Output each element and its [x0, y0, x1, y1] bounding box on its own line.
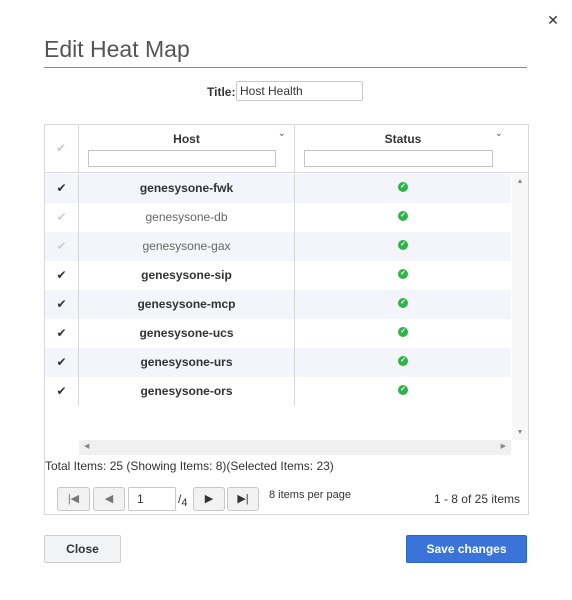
title-input[interactable] [236, 81, 363, 101]
status-ok-icon: ✓ [398, 298, 408, 308]
table-row[interactable]: ✔ genesysone-urs ✓ [45, 348, 511, 377]
host-filter-input[interactable] [88, 150, 276, 167]
horizontal-scrollbar[interactable]: ◀ ▶ [79, 440, 511, 455]
title-field-row: Title: [0, 81, 572, 101]
host-cell: genesysone-fwk [79, 174, 295, 203]
select-all-checkbox[interactable]: ✔ [56, 141, 66, 155]
status-cell: ✓ [295, 319, 511, 348]
items-range: 1 - 8 of 25 items [433, 492, 520, 506]
status-ok-icon: ✓ [398, 269, 408, 279]
close-button[interactable]: Close [44, 535, 121, 563]
hosts-grid: ✔ Host ⌄ Status ⌄ ✔ genesysone-fwk ✓ ✔ genes… [44, 124, 529, 515]
status-cell: ✓ [295, 377, 511, 406]
status-filter-input[interactable] [304, 150, 493, 167]
row-checkbox[interactable]: ✔ [45, 261, 79, 290]
host-cell: genesysone-mcp [79, 290, 295, 319]
row-checkbox[interactable]: ✔ [45, 232, 79, 261]
status-ok-icon: ✓ [398, 356, 408, 366]
table-row[interactable]: ✔ genesysone-ors ✓ [45, 377, 511, 406]
status-ok-icon: ✓ [398, 211, 408, 221]
save-changes-button[interactable]: Save changes [406, 535, 527, 563]
host-cell: genesysone-urs [79, 348, 295, 377]
table-row[interactable]: ✔ genesysone-gax ✓ [45, 232, 511, 261]
close-icon[interactable]: ✕ [545, 12, 561, 28]
status-cell: ✓ [295, 261, 511, 290]
title-divider [44, 67, 527, 68]
page-count: /4 [178, 492, 187, 509]
column-header-host[interactable]: Host ⌄ [79, 125, 295, 173]
status-cell: ✓ [295, 348, 511, 377]
first-page-button[interactable]: |◀ [57, 487, 90, 511]
row-checkbox[interactable]: ✔ [45, 319, 79, 348]
column-status-label: Status [384, 132, 422, 146]
host-cell: genesysone-sip [79, 261, 295, 290]
items-per-page: 8 items per page [269, 489, 351, 501]
last-page-button[interactable]: ▶| [227, 487, 259, 511]
row-checkbox[interactable]: ✔ [45, 290, 79, 319]
grid-header: ✔ Host ⌄ Status ⌄ [45, 125, 528, 173]
scroll-down-icon[interactable]: ▼ [512, 429, 528, 436]
status-cell: ✓ [295, 203, 511, 232]
title-field-label: Title: [207, 85, 236, 99]
prev-page-button[interactable]: ◀ [93, 487, 125, 511]
scroll-up-icon[interactable]: ▲ [512, 178, 528, 185]
column-header-status[interactable]: Status ⌄ [295, 125, 511, 173]
table-row[interactable]: ✔ genesysone-fwk ✓ [45, 174, 511, 203]
page-number-input[interactable] [128, 487, 176, 511]
row-checkbox[interactable]: ✔ [45, 348, 79, 377]
scroll-left-icon[interactable]: ◀ [84, 442, 89, 450]
pager: |◀ ◀ /4 ▶ ▶| 8 items per page 1 - 8 of 2… [45, 487, 528, 515]
status-ok-icon: ✓ [398, 385, 408, 395]
row-checkbox[interactable]: ✔ [45, 377, 79, 406]
grid-body: ✔ genesysone-fwk ✓ ✔ genesysone-db ✓ ✔ genesyso… [45, 174, 511, 440]
table-row[interactable]: ✔ genesysone-sip ✓ [45, 261, 511, 290]
scroll-right-icon[interactable]: ▶ [501, 442, 506, 450]
dialog-title: Edit Heat Map [44, 36, 190, 62]
status-cell: ✓ [295, 174, 511, 203]
total-pages: 4 [181, 497, 188, 509]
header-select-all-cell: ✔ [45, 125, 79, 173]
table-row[interactable]: ✔ genesysone-ucs ✓ [45, 319, 511, 348]
totals-text: Total Items: 25 (Showing Items: 8)(Selec… [45, 459, 334, 473]
host-cell: genesysone-db [79, 203, 295, 232]
chevron-down-icon[interactable]: ⌄ [278, 128, 286, 139]
vertical-scrollbar[interactable]: ▲ ▼ [512, 174, 528, 440]
host-cell: genesysone-ucs [79, 319, 295, 348]
host-cell: genesysone-gax [79, 232, 295, 261]
status-cell: ✓ [295, 232, 511, 261]
chevron-down-icon[interactable]: ⌄ [495, 128, 503, 139]
next-page-button[interactable]: ▶ [193, 487, 225, 511]
table-row[interactable]: ✔ genesysone-db ✓ [45, 203, 511, 232]
status-cell: ✓ [295, 290, 511, 319]
status-ok-icon: ✓ [398, 327, 408, 337]
row-checkbox[interactable]: ✔ [45, 174, 79, 203]
table-row[interactable]: ✔ genesysone-mcp ✓ [45, 290, 511, 319]
host-cell: genesysone-ors [79, 377, 295, 406]
column-host-label: Host [173, 132, 200, 146]
status-ok-icon: ✓ [398, 182, 408, 192]
status-ok-icon: ✓ [398, 240, 408, 250]
row-checkbox[interactable]: ✔ [45, 203, 79, 232]
